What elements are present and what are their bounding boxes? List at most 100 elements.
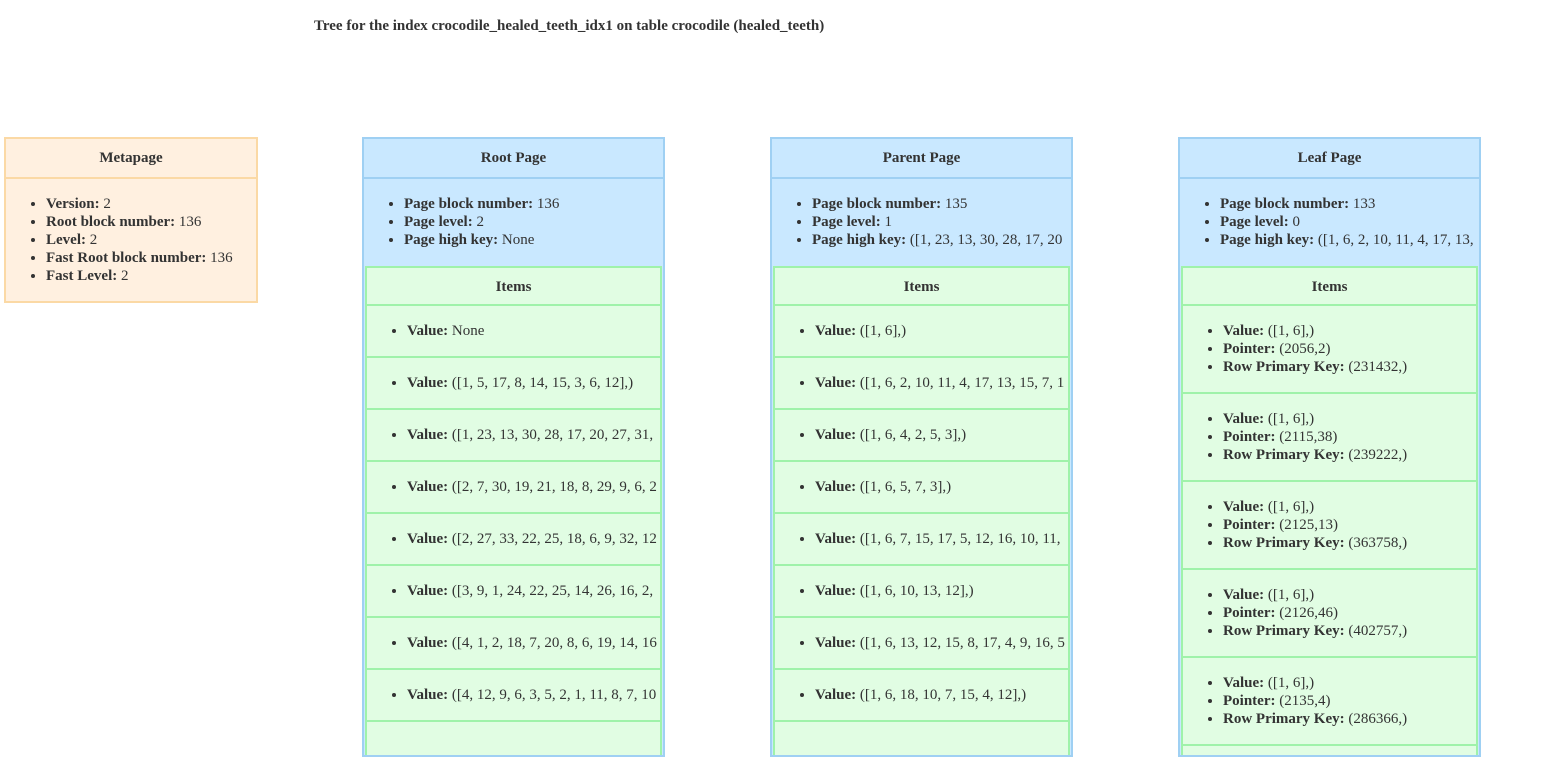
item-row-primary-key: (363758,) — [1348, 535, 1408, 551]
list-item: Value: ([2, 27, 33, 22, 25, 18, 6, 9, 32… — [367, 514, 660, 566]
list-item: Value: ([1, 6, 10, 13, 12],) — [775, 566, 1068, 618]
leaf-page-info-list: Page block number: 133 Page level: 0 Pag… — [1180, 179, 1479, 249]
list-item: Value: ([1, 5, 17, 8, 14, 15, 3, 6, 12],… — [367, 358, 660, 410]
list-item: Value: ([1, 6, 7, 15, 17, 5, 12, 16, 10,… — [775, 514, 1068, 566]
item-value: ([2, 7, 30, 19, 21, 18, 8, 29, 9, 6, 2 — [451, 479, 657, 495]
item-value: ([1, 6],) — [1267, 323, 1315, 339]
value-label: Value: — [1223, 587, 1265, 603]
root-page-info-list: Page block number: 136 Page level: 2 Pag… — [364, 179, 663, 249]
item-value: ([1, 6, 4, 2, 5, 3],) — [859, 427, 967, 443]
item-pointer: (2115,38) — [1279, 429, 1338, 445]
value-label: Value: — [1223, 675, 1265, 691]
items-header: Items — [1183, 266, 1476, 306]
value-label: Value: — [1223, 411, 1265, 427]
root-block-number-value: 136 — [178, 214, 202, 230]
page-block-number-value: 136 — [536, 196, 560, 212]
level-value: 2 — [89, 232, 98, 248]
metapage-header: Metapage — [6, 139, 256, 179]
leaf-page-level: Page level: 0 — [1220, 213, 1479, 231]
list-item: Value: ([1, 6, 18, 10, 7, 15, 4, 12],) — [775, 670, 1068, 722]
list-item: Value: ([4, 12, 9, 6, 3, 5, 2, 1, 11, 8,… — [367, 670, 660, 722]
item-value: ([4, 12, 9, 6, 3, 5, 2, 1, 11, 8, 7, 10 — [451, 687, 657, 703]
value-label: Value: — [407, 687, 449, 703]
row-primary-key-label: Row Primary Key: — [1223, 359, 1345, 375]
metapage-root-block-number: Root block number: 136 — [46, 213, 256, 231]
item-pointer: (2135,4) — [1279, 693, 1331, 709]
root-page-high-key: Page high key: None — [404, 231, 663, 249]
parent-page-info-list: Page block number: 135 Page level: 1 Pag… — [772, 179, 1071, 249]
list-item: Value: ([1, 6, 4, 2, 5, 3],) — [775, 410, 1068, 462]
root-page-panel: Root Page Page block number: 136 Page le… — [362, 137, 665, 757]
root-block-number-label: Root block number: — [46, 214, 176, 230]
item-value: ([1, 6],) — [1267, 587, 1315, 603]
metapage-panel: Metapage Version: 2 Root block number: 1… — [4, 137, 258, 303]
fast-level-label: Fast Level: — [46, 268, 118, 284]
list-item: Value: ([1, 6],) Pointer: (2125,13) Row … — [1183, 482, 1476, 570]
version-value: 2 — [103, 196, 111, 212]
item-value: ([3, 9, 1, 24, 22, 25, 14, 26, 16, 2, — [451, 583, 654, 599]
pointer-label: Pointer: — [1223, 341, 1276, 357]
page-title: Tree for the index crocodile_healed_teet… — [314, 18, 825, 34]
pointer-label: Pointer: — [1223, 693, 1276, 709]
value-label: Value: — [407, 583, 449, 599]
list-item: Value: ([1, 6, 13, 12, 15, 8, 17, 4, 9, … — [775, 618, 1068, 670]
list-item: Value: ([3, 9, 1, 24, 22, 25, 14, 26, 16… — [367, 566, 660, 618]
page-high-key-label: Page high key: — [1220, 232, 1315, 248]
parent-page-level: Page level: 1 — [812, 213, 1071, 231]
list-item: Value: ([1, 23, 13, 30, 28, 17, 20, 27, … — [367, 410, 660, 462]
item-value: ([1, 6],) — [1267, 499, 1315, 515]
page-high-key-value: ([1, 23, 13, 30, 28, 17, 20 — [909, 232, 1063, 248]
value-label: Value: — [407, 635, 449, 651]
value-label: Value: — [815, 375, 857, 391]
page-level-label: Page level: — [1220, 214, 1289, 230]
item-pointer: (2125,13) — [1279, 517, 1338, 533]
metapage-fast-root-block-number: Fast Root block number: 136 — [46, 249, 256, 267]
page-level-value: 1 — [884, 214, 892, 230]
list-item: Value: ([1, 6],) — [775, 306, 1068, 358]
list-item: Value: None — [367, 306, 660, 358]
root-page-block-number: Page block number: 136 — [404, 195, 663, 213]
items-header: Items — [367, 266, 660, 306]
row-primary-key-label: Row Primary Key: — [1223, 623, 1345, 639]
parent-page-block-number: Page block number: 135 — [812, 195, 1071, 213]
page-level-label: Page level: — [812, 214, 881, 230]
item-value: ([1, 6, 18, 10, 7, 15, 4, 12],) — [859, 687, 1027, 703]
value-label: Value: — [407, 427, 449, 443]
value-label: Value: — [815, 687, 857, 703]
fast-root-block-number-label: Fast Root block number: — [46, 250, 207, 266]
leaf-page-items: Items Value: ([1, 6],) Pointer: (2056,2)… — [1181, 266, 1478, 755]
page-high-key-value: None — [501, 232, 535, 248]
item-value: ([1, 6, 13, 12, 15, 8, 17, 4, 9, 16, 5 — [859, 635, 1065, 651]
parent-page-items: Items Value: ([1, 6],) Value: ([1, 6, 2,… — [773, 266, 1070, 755]
leaf-page-panel: Leaf Page Page block number: 133 Page le… — [1178, 137, 1481, 757]
metapage-level: Level: 2 — [46, 231, 256, 249]
row-primary-key-label: Row Primary Key: — [1223, 711, 1345, 727]
item-pointer: (2056,2) — [1279, 341, 1331, 357]
page-block-number-label: Page block number: — [404, 196, 534, 212]
version-label: Version: — [46, 196, 100, 212]
item-value: ([1, 6, 7, 15, 17, 5, 12, 16, 10, 11, — [859, 531, 1061, 547]
item-value: ([1, 6, 5, 7, 3],) — [859, 479, 952, 495]
list-item: Value: ([1, 6],) Pointer: (2135,4) Row P… — [1183, 658, 1476, 746]
list-item: Value: ([1, 6],) Pointer: (2056,2) Row P… — [1183, 306, 1476, 394]
page-high-key-label: Page high key: — [404, 232, 499, 248]
page-block-number-label: Page block number: — [812, 196, 942, 212]
parent-page-high-key: Page high key: ([1, 23, 13, 30, 28, 17, … — [812, 231, 1071, 249]
parent-page-panel: Parent Page Page block number: 135 Page … — [770, 137, 1073, 757]
item-value: ([1, 6],) — [1267, 675, 1315, 691]
items-header: Items — [775, 266, 1068, 306]
item-row-primary-key: (231432,) — [1348, 359, 1408, 375]
item-value: ([1, 6],) — [1267, 411, 1315, 427]
leaf-page-high-key: Page high key: ([1, 6, 2, 10, 11, 4, 17,… — [1220, 231, 1479, 249]
item-value: None — [451, 323, 485, 339]
row-primary-key-label: Row Primary Key: — [1223, 447, 1345, 463]
pointer-label: Pointer: — [1223, 605, 1276, 621]
list-item: Value: ([1, 6],) Pointer: (2126,46) Row … — [1183, 570, 1476, 658]
value-label: Value: — [815, 531, 857, 547]
root-page-header: Root Page — [364, 139, 663, 179]
list-item: Value: ([4, 1, 2, 18, 7, 20, 8, 6, 19, 1… — [367, 618, 660, 670]
level-label: Level: — [46, 232, 86, 248]
value-label: Value: — [815, 479, 857, 495]
page-block-number-value: 135 — [944, 196, 968, 212]
metapage-fast-level: Fast Level: 2 — [46, 267, 256, 285]
